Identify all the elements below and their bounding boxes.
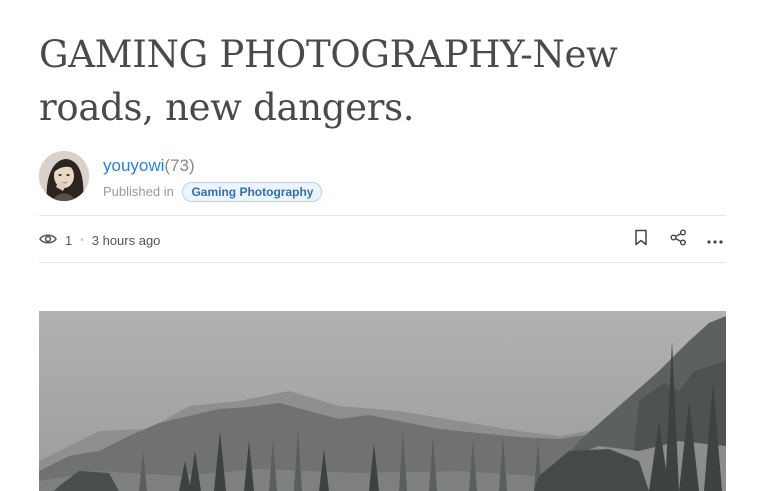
post-time: 3 hours ago (91, 232, 161, 248)
author-row: youyowi(73) Published in Gaming Photogra… (39, 151, 729, 203)
share-icon (670, 229, 687, 251)
share-button[interactable] (667, 229, 689, 251)
author-name-link[interactable]: youyowi (103, 156, 164, 175)
article-meta-bar: 1 • 3 hours ago (39, 229, 726, 251)
more-icon (707, 231, 723, 249)
author-reputation: (73) (164, 156, 195, 175)
article-actions (630, 229, 726, 251)
avatar[interactable] (39, 151, 89, 201)
view-count: 1 (65, 232, 73, 248)
author-name-line: youyowi(73) (103, 155, 195, 177)
article-hero-image[interactable] (39, 311, 726, 491)
article-stats: 1 • 3 hours ago (39, 229, 160, 251)
published-prefix: Published in (103, 184, 174, 199)
category-badge[interactable]: Gaming Photography (182, 182, 323, 202)
divider (39, 262, 726, 263)
bookmark-icon (634, 229, 648, 251)
separator-dot: • (80, 234, 84, 246)
more-button[interactable] (704, 229, 726, 251)
article-title: GAMING PHOTOGRAPHY-New roads, new danger… (39, 33, 618, 129)
published-in: Published in Gaming Photography (103, 182, 323, 202)
eye-icon (39, 232, 57, 249)
divider (39, 215, 726, 216)
bookmark-button[interactable] (630, 229, 652, 251)
